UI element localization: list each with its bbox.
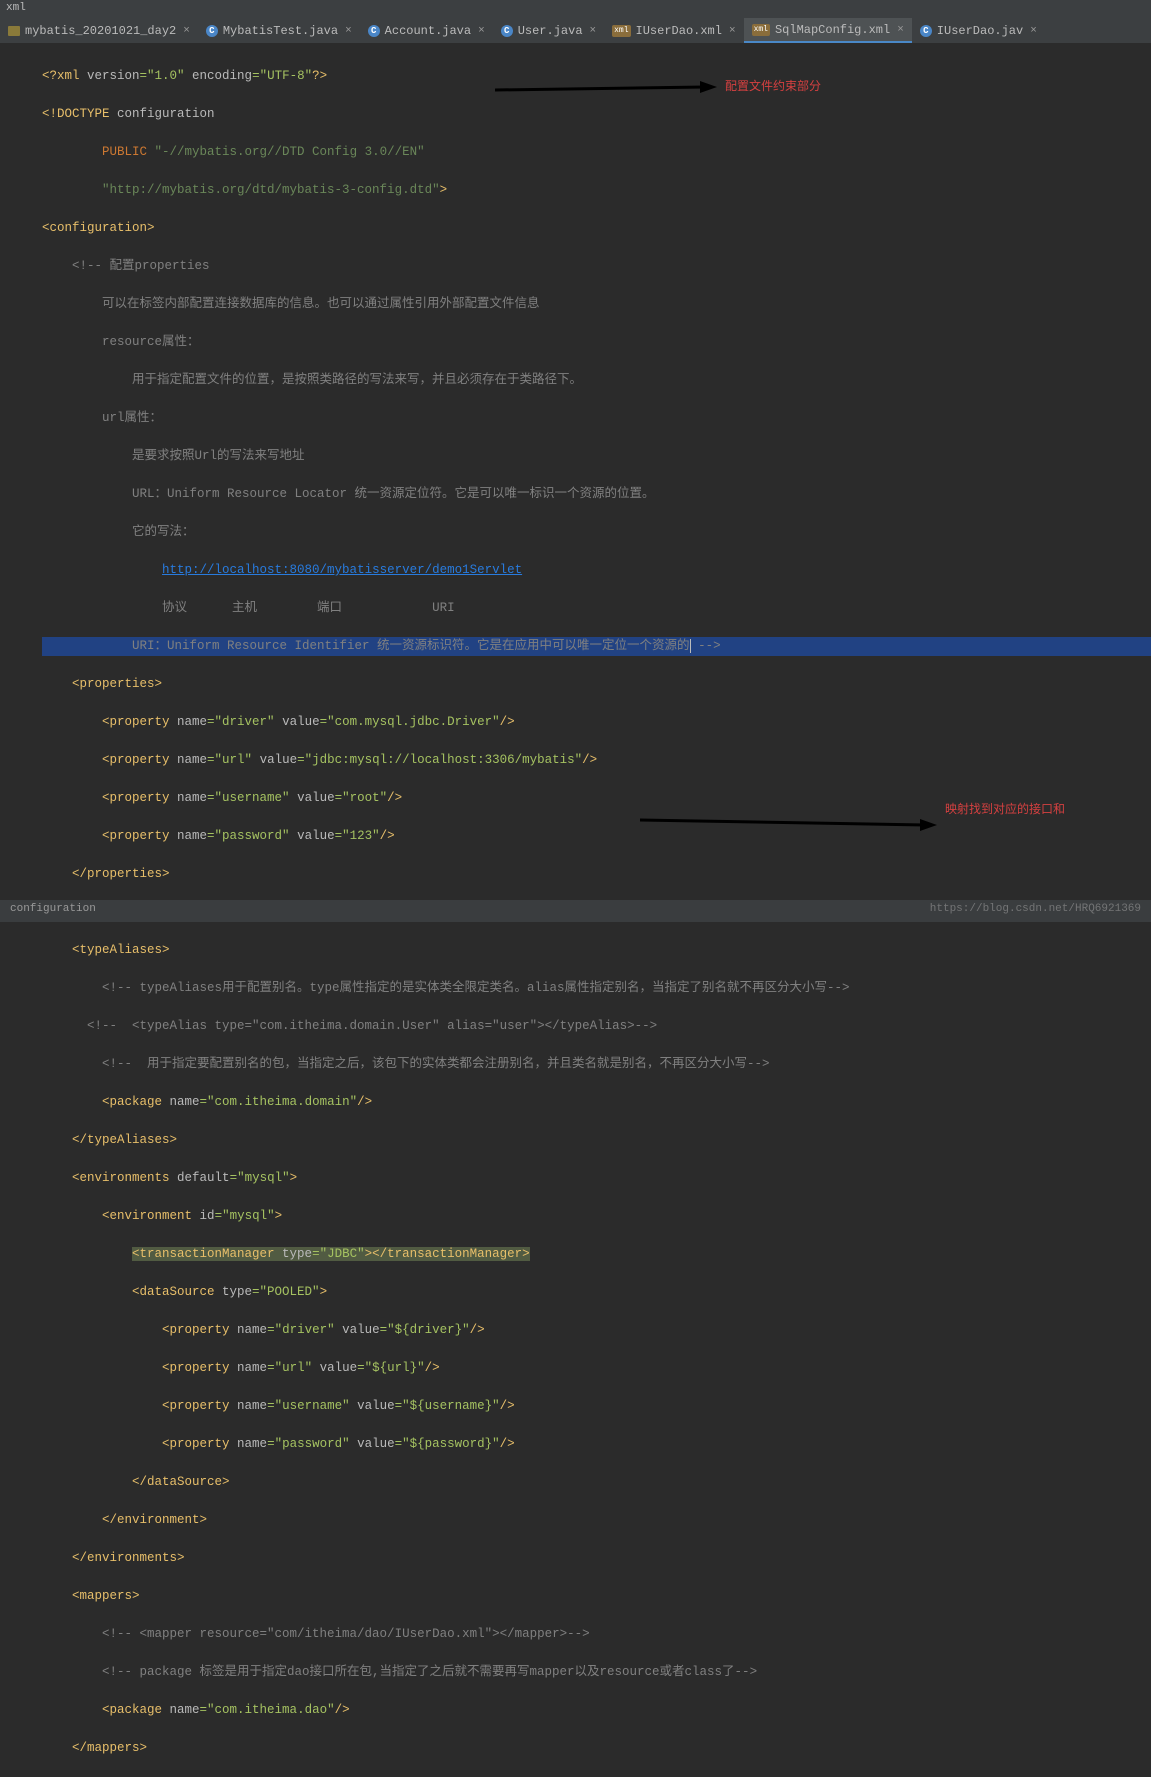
close-icon[interactable]: ×	[478, 25, 485, 37]
arrow-annotation-bottom	[640, 810, 940, 840]
property-driver: <property	[102, 715, 177, 729]
class-icon: C	[501, 25, 513, 37]
package-domain: <package	[102, 1095, 170, 1109]
configuration-tag: <configuration>	[42, 221, 155, 235]
tab-iuserdaoxml[interactable]: xml IUserDao.xml ×	[604, 18, 743, 43]
doctype: <!DOCTYPE	[42, 107, 117, 121]
xml-icon: xml	[752, 24, 770, 36]
mappers-tag: <mappers>	[72, 1589, 140, 1603]
properties-tag: <properties>	[72, 677, 162, 691]
transactionmanager-tag: <transactionManager	[132, 1247, 282, 1261]
close-icon[interactable]: ×	[897, 24, 904, 36]
tab-label: mybatis_20201021_day2	[25, 24, 176, 38]
breadcrumb[interactable]: configuration	[10, 903, 96, 919]
package-dao: <package	[102, 1703, 170, 1717]
title-bar: xml	[0, 0, 1151, 18]
tab-label: IUserDao.xml	[636, 24, 722, 38]
tab-iuserdaojava[interactable]: C IUserDao.jav ×	[912, 18, 1045, 43]
tab-account[interactable]: C Account.java ×	[360, 18, 493, 43]
tab-label: Account.java	[385, 24, 471, 38]
environments-tag: <environments	[72, 1171, 177, 1185]
tab-label: IUserDao.jav	[937, 24, 1023, 38]
xml-declaration: <?xml	[42, 69, 87, 83]
annotation-top: 配置文件约束部分	[725, 77, 821, 94]
tab-label: SqlMapConfig.xml	[775, 23, 890, 37]
environment-tag: <environment	[102, 1209, 200, 1223]
property-username: <property	[102, 791, 177, 805]
tab-label: MybatisTest.java	[223, 24, 338, 38]
window-title: xml	[6, 2, 26, 14]
tab-label: User.java	[518, 24, 583, 38]
typealiases-tag: <typeAliases>	[72, 943, 170, 957]
property-url: <property	[102, 753, 177, 767]
class-icon: C	[206, 25, 218, 37]
class-icon: C	[368, 25, 380, 37]
example-url: http://localhost:8080/mybatisserver/demo…	[162, 563, 522, 577]
datasource-tag: <dataSource	[132, 1285, 222, 1299]
close-icon[interactable]: ×	[590, 25, 597, 37]
tab-bar: mybatis_20201021_day2 × C MybatisTest.java…	[0, 18, 1151, 44]
close-icon[interactable]: ×	[183, 25, 190, 37]
tab-user[interactable]: C User.java ×	[493, 18, 604, 43]
comment-block: <!-- 配置properties	[72, 259, 210, 273]
close-icon[interactable]: ×	[729, 25, 736, 37]
close-icon[interactable]: ×	[1030, 25, 1037, 37]
arrow-annotation-top	[495, 75, 720, 105]
watermark: https://blog.csdn.net/HRQ6921369	[930, 903, 1141, 919]
property-password: <property	[102, 829, 177, 843]
tab-mybatistest[interactable]: C MybatisTest.java ×	[198, 18, 360, 43]
class-icon: C	[920, 25, 932, 37]
tab-sqlmapconfig[interactable]: xml SqlMapConfig.xml ×	[744, 18, 912, 43]
annotation-bottom: 映射找到对应的接口和	[945, 800, 1065, 817]
status-bar: configuration https://blog.csdn.net/HRQ6…	[0, 900, 1151, 922]
tab-project[interactable]: mybatis_20201021_day2 ×	[0, 18, 198, 43]
xml-icon: xml	[612, 25, 630, 37]
folder-icon	[8, 26, 20, 36]
close-icon[interactable]: ×	[345, 25, 352, 37]
